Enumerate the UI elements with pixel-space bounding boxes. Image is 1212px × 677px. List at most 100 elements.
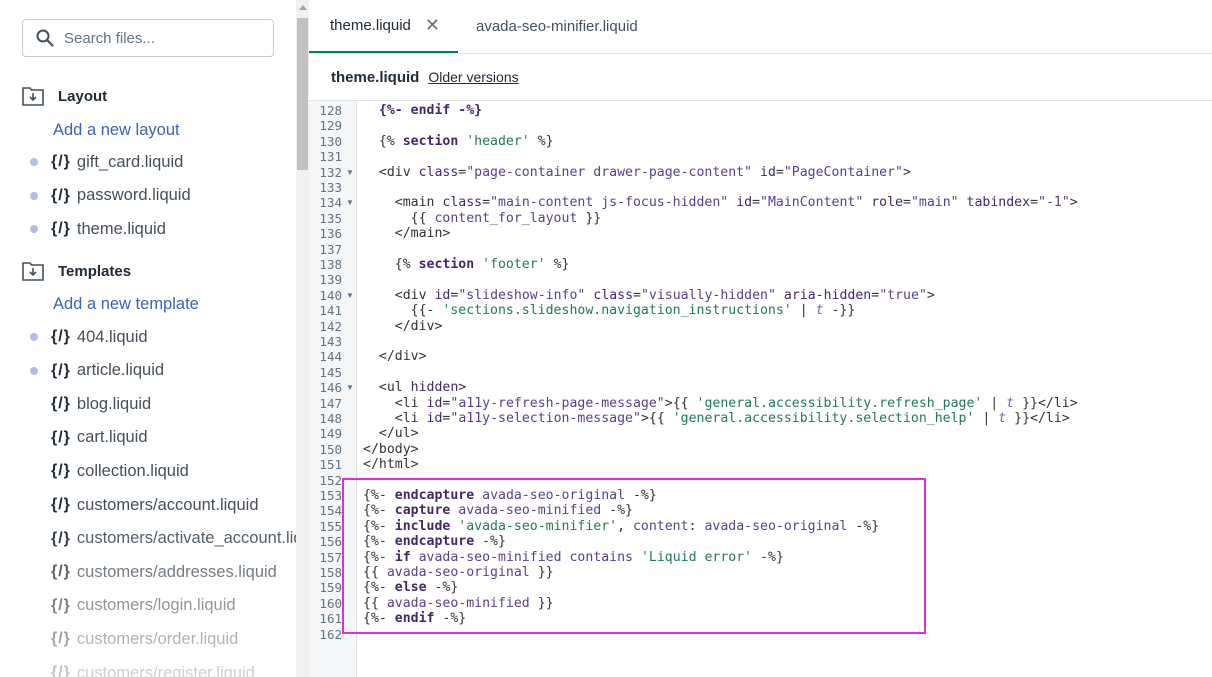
code-line[interactable]: {{ content_for_layout }} (363, 211, 602, 226)
code-line[interactable]: </body> (363, 442, 419, 457)
code-area[interactable]: 128 {%- endif -%} 129 130 {% section 'head… (309, 101, 1212, 677)
code-line[interactable]: {%- else -%} (363, 580, 458, 595)
file-name: blog.liquid (76, 394, 152, 413)
code-line[interactable]: </div> (363, 349, 427, 364)
file-item[interactable]: {/} customers/order.liquid (30, 627, 238, 651)
file-item[interactable]: {/} customers/login.liquid (30, 594, 236, 618)
liquid-file-icon: {/} (51, 496, 71, 513)
line-number: 143 (319, 334, 342, 349)
fold-arrow-icon[interactable]: ▼ (346, 380, 354, 395)
code-line[interactable]: {{ avada-seo-original }} (363, 565, 554, 580)
line-number: 138 (319, 257, 342, 272)
file-item[interactable]: {/} cart.liquid (30, 426, 148, 450)
line-number: 142 (319, 318, 342, 334)
file-item[interactable]: {/} theme.liquid (30, 217, 166, 241)
liquid-file-icon: {/} (51, 563, 71, 581)
code-line[interactable]: <div class="page-container drawer-page-c… (363, 165, 911, 180)
line-number: 136 (319, 226, 342, 242)
tab-label: theme.liquid (330, 17, 411, 34)
line-number: 141 (319, 303, 342, 319)
code-line[interactable]: {%- endif -%} (363, 103, 482, 118)
sidebar-scrollbar[interactable] (296, 0, 309, 677)
templates-section-header[interactable]: Templates (22, 260, 131, 282)
line-number: 149 (319, 426, 342, 442)
file-item[interactable]: {/} collection.liquid (30, 459, 189, 483)
close-tab-icon[interactable]: ✕ (425, 15, 440, 36)
file-header-name: theme.liquid (331, 68, 420, 86)
line-number: 129 (319, 118, 342, 134)
file-item[interactable]: {/} password.liquid (30, 184, 191, 208)
scroll-up-arrow-icon[interactable] (299, 5, 307, 10)
layout-section-header[interactable]: Layout (22, 85, 107, 107)
modified-dot-icon (30, 158, 38, 166)
liquid-file-icon: {/} (51, 328, 71, 345)
folder-download-icon (22, 262, 44, 281)
older-versions-link[interactable]: Older versions (428, 69, 518, 85)
file-item[interactable]: {/} customers/account.liquid (30, 493, 259, 517)
code-line[interactable]: {%- endcapture -%} (363, 534, 506, 549)
line-number: 130 (319, 133, 342, 149)
file-item[interactable]: {/} article.liquid (30, 359, 164, 383)
file-name: gift_card.liquid (76, 152, 184, 171)
code-line[interactable]: </ul> (363, 426, 419, 441)
line-number: 148 (319, 411, 342, 426)
modified-dot-icon (30, 366, 38, 375)
search-files-box[interactable] (22, 19, 274, 57)
file-item[interactable]: {/} customers/activate_account.liquid (30, 527, 296, 551)
add-new-layout-link[interactable]: Add a new layout (53, 119, 180, 141)
code-line[interactable]: <li id="a11y-selection-message">{{ 'gene… (363, 411, 1070, 426)
line-number: 158 (319, 565, 342, 580)
liquid-file-icon: {/} (51, 596, 71, 614)
code-line[interactable]: </div> (363, 319, 443, 334)
code-line[interactable]: {{- 'sections.slideshow.navigation_instr… (363, 303, 856, 318)
file-name: customers/register.liquid (76, 663, 255, 677)
liquid-file-icon: {/} (51, 153, 71, 170)
code-line[interactable]: </html> (363, 457, 419, 472)
code-line[interactable]: {%- endcapture avada-seo-original -%} (363, 488, 657, 503)
file-name: customers/addresses.liquid (76, 562, 277, 581)
code-line[interactable]: <ul hidden> (363, 380, 466, 395)
modified-dot-icon (30, 333, 38, 341)
fold-arrow-icon[interactable]: ▼ (346, 165, 354, 180)
code-line[interactable]: </main> (363, 226, 451, 241)
file-header: theme.liquid Older versions (309, 54, 1212, 101)
line-number: 135 (319, 210, 342, 226)
tab-label: avada-seo-minifier.liquid (476, 18, 638, 35)
file-item[interactable]: {/} 404.liquid (30, 325, 148, 349)
templates-section-title: Templates (58, 262, 132, 280)
scrollbar-thumb[interactable] (297, 18, 308, 170)
liquid-file-icon: {/} (51, 186, 71, 204)
code-line[interactable]: {%- include 'avada-seo-minifier', conten… (363, 519, 879, 534)
fold-arrow-icon[interactable]: ▼ (346, 288, 354, 303)
liquid-file-icon: {/} (51, 664, 71, 677)
code-line[interactable]: {{ avada-seo-minified }} (363, 596, 554, 611)
fold-arrow-icon[interactable]: ▼ (346, 195, 354, 210)
add-new-template-link[interactable]: Add a new template (53, 293, 199, 315)
file-name: customers/login.liquid (76, 596, 236, 615)
search-input[interactable] (62, 28, 256, 48)
file-item[interactable]: {/} customers/register.liquid (30, 661, 255, 677)
code-line[interactable]: {%- endif -%} (363, 611, 466, 626)
line-number: 155 (319, 518, 342, 534)
line-number: 144 (319, 349, 342, 365)
code-line[interactable]: <li id="a11y-refresh-page-message">{{ 'g… (363, 396, 1078, 411)
tab-avada-seo-minifier[interactable]: avada-seo-minifier.liquid (476, 0, 638, 53)
file-item[interactable]: {/} blog.liquid (30, 392, 151, 416)
line-number: 145 (319, 364, 342, 380)
line-number: 137 (319, 241, 342, 257)
code-line[interactable]: {%- capture avada-seo-minified -%} (363, 503, 633, 518)
line-number: 159 (319, 580, 342, 596)
liquid-file-icon: {/} (51, 529, 71, 547)
code-line[interactable]: <main class="main-content js-focus-hidde… (363, 195, 1078, 210)
line-number: 128 (319, 103, 342, 118)
file-item[interactable]: {/} customers/addresses.liquid (30, 560, 277, 584)
file-item[interactable]: {/} gift_card.liquid (30, 150, 183, 174)
code-line[interactable]: {% section 'header' %} (363, 134, 554, 149)
code-line[interactable]: {%- if avada-seo-minified contains 'Liqu… (363, 550, 784, 565)
code-line[interactable]: {% section 'footer' %} (363, 257, 570, 272)
line-number: 139 (319, 272, 342, 288)
code-line[interactable]: <div id="slideshow-info" class="visually… (363, 288, 935, 303)
file-name: customers/activate_account.liquid (76, 529, 296, 548)
line-number: 160 (319, 595, 342, 611)
tab-theme-liquid[interactable]: theme.liquid ✕ (309, 0, 458, 53)
